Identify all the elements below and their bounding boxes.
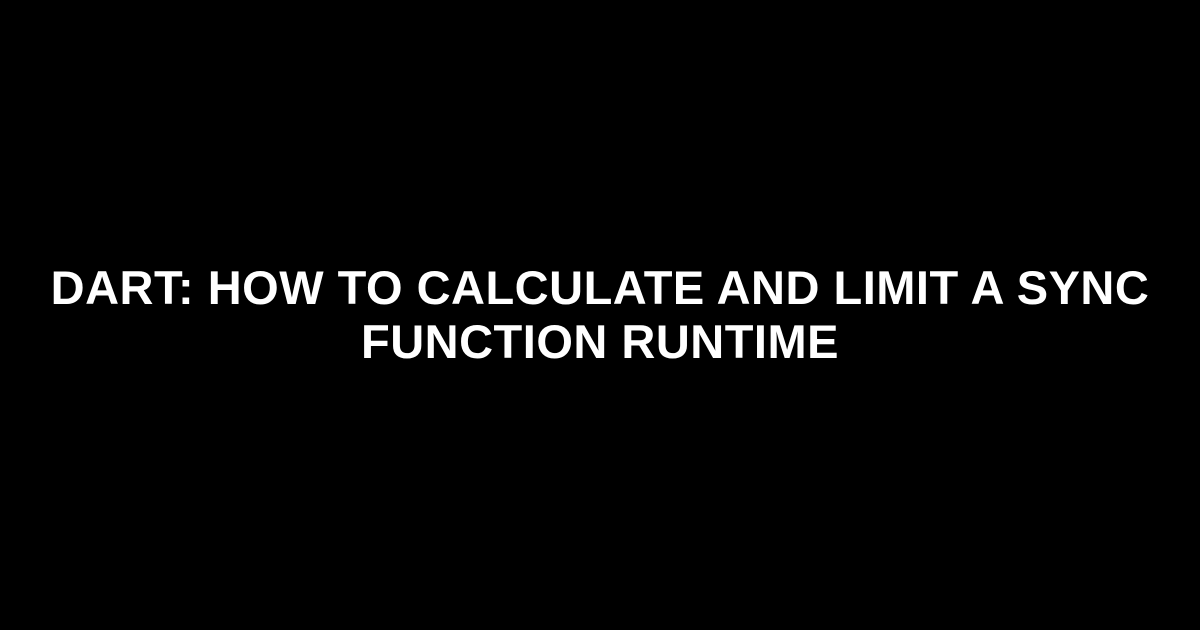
page-title: Dart: How to Calculate and Limit a Sync … <box>0 261 1200 369</box>
